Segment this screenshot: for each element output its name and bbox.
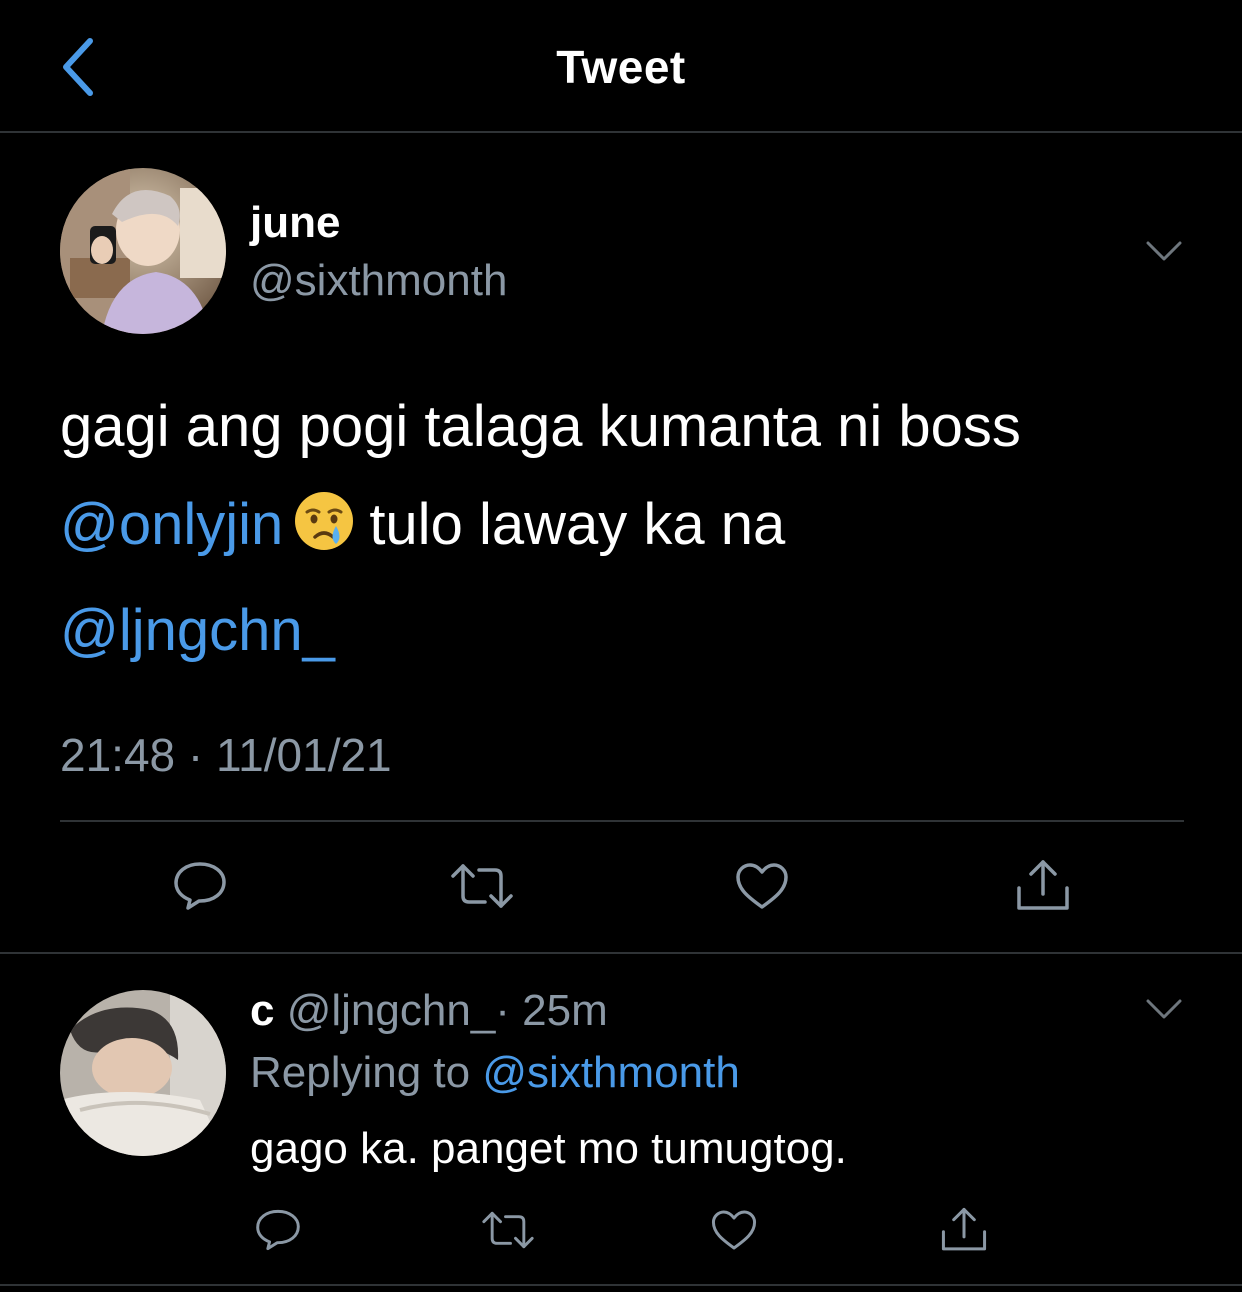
tweet-detail-page: Tweet june @sixthmonth gagi ang pogi tal… [0,0,1242,1292]
tweet-text-part2: tulo laway ka na [369,492,786,557]
share-icon [941,1207,987,1251]
share-button[interactable] [924,1190,1004,1270]
reply-options-button[interactable] [1142,994,1186,1024]
reply-button[interactable] [238,1190,318,1270]
crying-face-icon [293,484,355,582]
share-icon [1017,860,1069,910]
replying-to-mention[interactable]: @sixthmonth [482,1048,739,1097]
reply-handle[interactable]: @ljngchn_ [287,986,496,1035]
retweet-button[interactable] [468,1190,548,1270]
like-button[interactable] [722,846,802,926]
reply-header: c @ljngchn_· 25m [250,986,608,1036]
retweet-icon [482,1211,534,1249]
reply-display-name[interactable]: c [250,986,274,1035]
tweet-text: gagi ang pogi talaga kumanta ni boss @on… [60,378,1200,680]
author-display-name[interactable]: june [250,198,340,248]
tweet-actions [0,846,1242,926]
avatar-photo [60,990,226,1156]
mention-link[interactable]: @ljngchn_ [60,598,335,663]
reply-actions [0,1190,1242,1270]
divider [0,1284,1242,1286]
tweet-options-button[interactable] [1142,236,1186,266]
divider [0,952,1242,954]
avatar-photo [60,168,226,334]
like-button[interactable] [694,1190,774,1270]
page-title: Tweet [556,41,686,93]
heart-icon [711,1210,757,1250]
tweet-timestamp[interactable]: 21:48 · 11/01/21 [60,728,392,782]
reply-text: gago ka. panget mo tumugtog. [250,1124,847,1173]
retweet-button[interactable] [442,846,522,926]
tweet-text-part1: gagi ang pogi talaga kumanta ni boss [60,394,1021,459]
top-bar: Tweet [0,0,1242,133]
reply-icon [256,1209,300,1251]
heart-icon [736,863,788,909]
share-button[interactable] [1003,846,1083,926]
author-handle[interactable]: @sixthmonth [250,256,507,306]
retweet-icon [451,864,513,908]
reply-author-avatar[interactable] [60,990,226,1156]
author-avatar[interactable] [60,168,226,334]
reply-button[interactable] [160,846,240,926]
divider [60,820,1184,822]
replying-to-line: Replying to @sixthmonth [250,1048,740,1098]
mention-link[interactable]: @onlyjin [60,492,283,557]
replying-to-label: Replying to [250,1048,471,1097]
reply-icon [174,862,226,910]
reply-time: · 25m [495,986,608,1035]
chevron-down-icon [1146,241,1182,261]
chevron-down-icon [1146,999,1182,1019]
